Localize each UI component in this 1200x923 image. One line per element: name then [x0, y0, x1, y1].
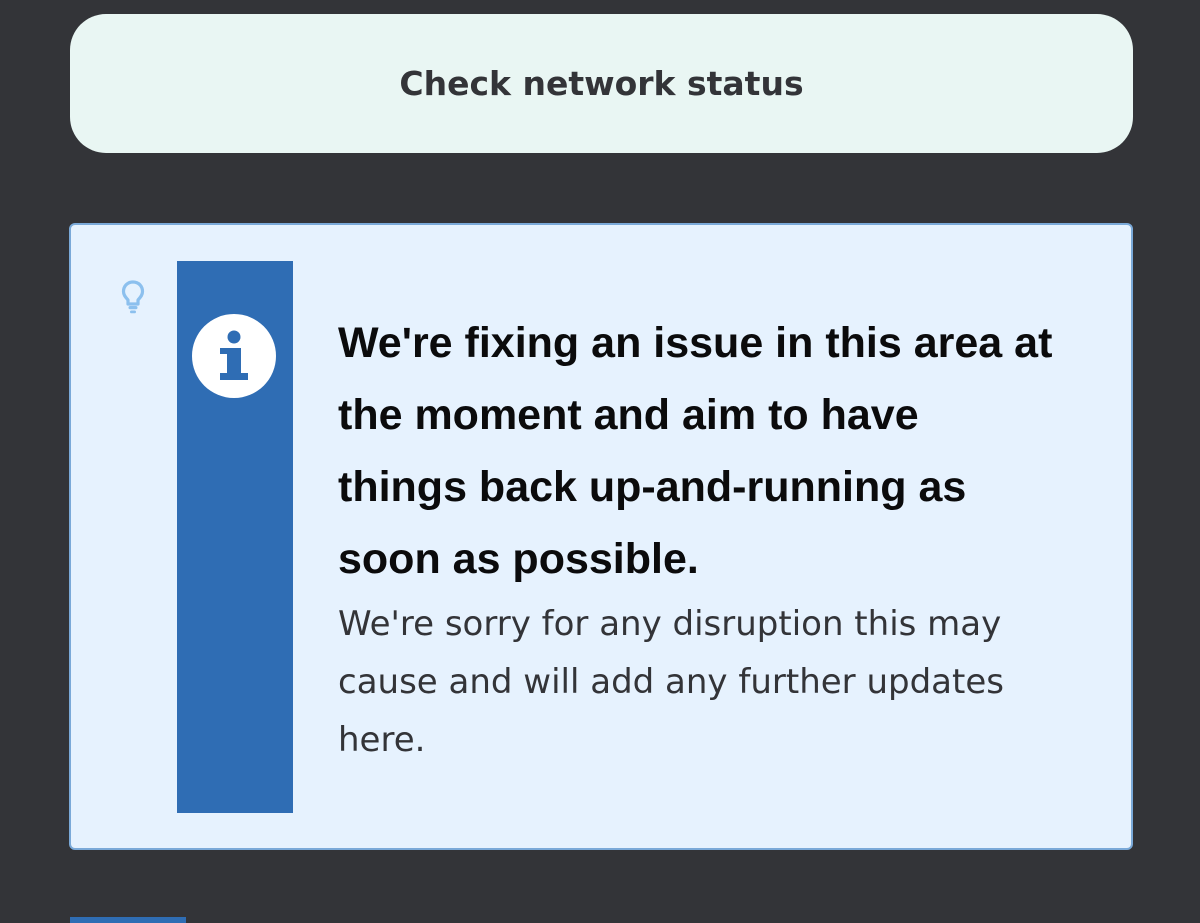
notice-accent-bar — [177, 261, 293, 813]
service-notice: We're fixing an issue in this area at th… — [69, 223, 1133, 850]
notice-body: We're sorry for any disruption this may … — [338, 604, 1004, 760]
check-network-status-button[interactable]: Check network status — [70, 14, 1133, 153]
info-icon — [192, 314, 276, 398]
check-network-status-label: Check network status — [399, 64, 804, 103]
notice-heading: We're fixing an issue in this area at th… — [338, 319, 1053, 583]
lightbulb-icon — [121, 280, 145, 314]
notice-text: We're fixing an issue in this area at th… — [338, 307, 1058, 769]
bottom-tab-indicator — [70, 917, 186, 923]
